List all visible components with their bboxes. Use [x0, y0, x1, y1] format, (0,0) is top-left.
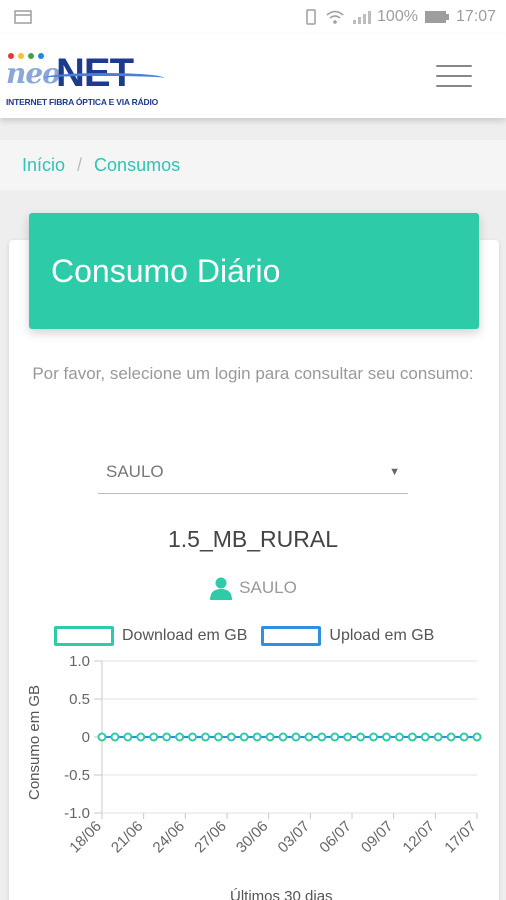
x-tick-label: 09/07 — [358, 818, 397, 857]
y-tick-label: 1.0 — [69, 653, 90, 670]
data-point-download — [407, 732, 417, 742]
data-point-download — [162, 732, 172, 742]
data-point-download — [304, 732, 314, 742]
data-point-download — [226, 732, 236, 742]
data-point-download — [97, 732, 107, 742]
x-tick-label: 17/07 — [441, 818, 480, 857]
data-point-download — [188, 732, 198, 742]
x-tick-label: 06/07 — [316, 818, 355, 857]
data-point-download — [123, 732, 133, 742]
data-point-download — [394, 732, 404, 742]
data-point-download — [369, 732, 379, 742]
data-point-download — [278, 732, 288, 742]
consumption-chart: 1.0 0.5 0 -0.5 -1.018/06 21/06 24/06 27/06 30/06… — [64, 653, 482, 857]
y-tick-label: -1.0 — [64, 805, 90, 822]
x-tick-label: 27/06 — [191, 818, 230, 857]
data-point-download — [433, 732, 443, 742]
chart-x-axis-label: Últimos 30 dias — [230, 888, 333, 900]
data-point-download — [252, 732, 262, 742]
x-tick-label: 03/07 — [275, 818, 314, 857]
data-point-download — [343, 732, 353, 742]
x-tick-label: 12/07 — [400, 818, 439, 857]
y-tick-label: 0.5 — [69, 691, 90, 708]
x-tick-label: 21/06 — [108, 818, 147, 857]
data-point-download — [381, 732, 391, 742]
data-point-download — [291, 732, 301, 742]
data-point-download — [239, 732, 249, 742]
data-point-download — [472, 732, 482, 742]
data-point-download — [446, 732, 456, 742]
data-point-download — [330, 732, 340, 742]
x-tick-label: 30/06 — [233, 818, 272, 857]
data-point-download — [265, 732, 275, 742]
data-point-download — [175, 732, 185, 742]
data-point-download — [149, 732, 159, 742]
x-tick-label: 24/06 — [150, 818, 189, 857]
data-point-download — [200, 732, 210, 742]
y-tick-label: -0.5 — [64, 767, 90, 784]
data-point-download — [136, 732, 146, 742]
data-point-download — [459, 732, 469, 742]
data-point-download — [213, 732, 223, 742]
x-tick-label: 18/06 — [66, 818, 105, 857]
y-tick-label: 0 — [82, 729, 90, 746]
data-point-download — [317, 732, 327, 742]
data-point-download — [110, 732, 120, 742]
data-point-download — [356, 732, 366, 742]
data-point-download — [420, 732, 430, 742]
